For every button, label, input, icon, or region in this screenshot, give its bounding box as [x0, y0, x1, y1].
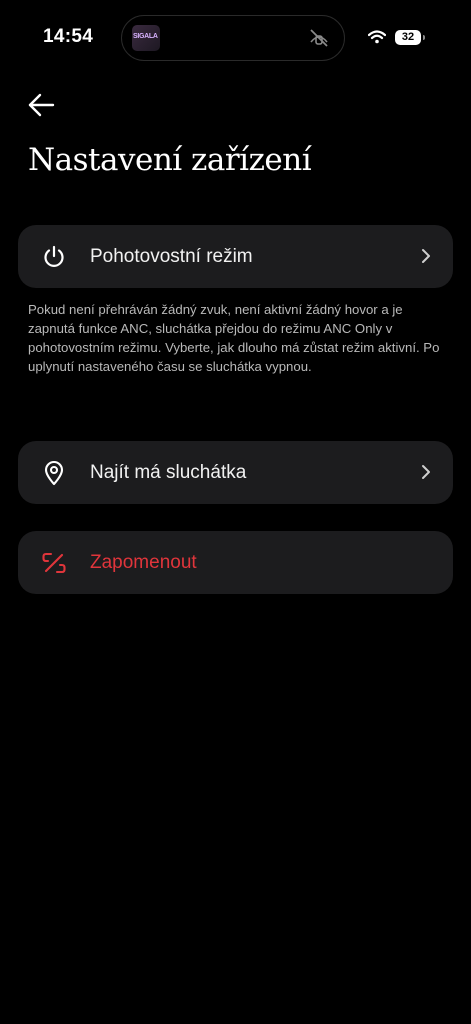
- back-button[interactable]: [24, 88, 58, 122]
- unlink-icon: [42, 552, 66, 574]
- power-icon: [44, 245, 64, 267]
- status-bar: 14:54 SIGALA 32: [0, 0, 471, 70]
- find-earbuds-label: Najít má sluchátka: [90, 461, 247, 483]
- muted-mic-icon: [310, 29, 328, 47]
- standby-description: Pokud není přehráván žádný zvuk, není ak…: [28, 302, 440, 374]
- status-time: 14:54: [43, 26, 94, 47]
- now-playing-thumb-text: SIGALA: [133, 33, 158, 40]
- standby-mode-label: Pohotovostní režim: [90, 245, 253, 267]
- battery-icon: 32: [395, 29, 425, 45]
- standby-mode-row[interactable]: Pohotovostní režim: [18, 225, 453, 288]
- forget-device-label: Zapomenout: [90, 551, 197, 573]
- page-title: Nastavení zařízení: [28, 142, 312, 178]
- arrow-left-icon: [28, 93, 55, 117]
- chevron-right-icon: [422, 249, 430, 263]
- find-earbuds-row[interactable]: Najít má sluchátka: [18, 441, 453, 504]
- forget-device-row[interactable]: Zapomenout: [18, 531, 453, 594]
- battery-level: 32: [401, 31, 415, 43]
- chevron-right-icon: [422, 465, 430, 479]
- wifi-icon: [368, 30, 386, 44]
- battery-cap: [423, 34, 425, 40]
- now-playing-thumbnail: SIGALA: [132, 25, 160, 51]
- location-pin-icon: [44, 461, 64, 486]
- dynamic-island[interactable]: SIGALA: [121, 15, 345, 61]
- status-indicators: 32: [368, 28, 425, 46]
